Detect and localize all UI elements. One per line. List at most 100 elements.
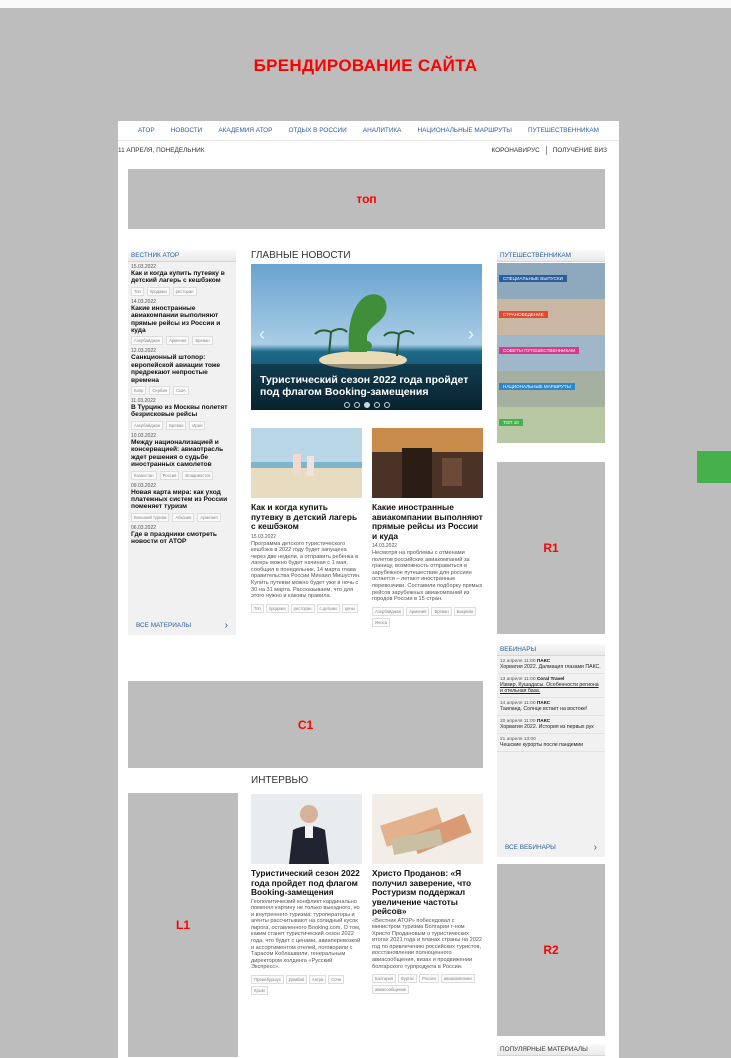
webinar-item[interactable]: 12 апреля 11:00 ПАКС Хорватия 2022. Далма… (497, 656, 605, 674)
news-card-image[interactable] (251, 428, 362, 498)
tag[interactable]: Бреван (192, 336, 213, 346)
feed-item-title[interactable]: Какие иностранные авиакомпании выполняют… (131, 305, 233, 335)
tag[interactable]: Владивосток (182, 470, 214, 480)
ad-slot-r1[interactable]: R1 (497, 462, 605, 634)
all-materials-button[interactable]: ВСЕ МАТЕРИАЛЫ › (128, 615, 236, 635)
webinar-item[interactable]: 13 апреля 11:00 Coral Travel Измир, Кушад… (497, 674, 605, 698)
tag[interactable]: ресторан (290, 603, 315, 613)
slider-prev-icon[interactable]: ‹ (259, 324, 265, 345)
webinar-item[interactable]: 21 апреля 13:00 Чешские курорты после па… (497, 734, 605, 752)
popular-header[interactable]: ПОПУЛЯРНЫЕ МАТЕРИАЛЫ (497, 1044, 605, 1056)
tag[interactable]: Топ (131, 286, 144, 296)
tag[interactable]: Домбай (285, 975, 307, 985)
tag[interactable]: Армения (406, 606, 430, 616)
feed-item-title[interactable]: Где в праздники смотреть новости от АТОР (131, 531, 233, 546)
feed-item-title[interactable]: Новая карта мира: как уход платежных сис… (131, 489, 233, 511)
tag[interactable]: Внешний туризм (131, 512, 170, 522)
tag[interactable]: Крым (251, 986, 268, 996)
travelers-header[interactable]: ПУТЕШЕСТВЕННИКАМ (497, 250, 605, 262)
interview-card-title[interactable]: Христо Проданов: «Я получил заверение, ч… (372, 868, 483, 917)
slider-dot[interactable] (353, 402, 360, 408)
feed-item-title[interactable]: Как и когда купить путевку в детский лаг… (131, 270, 233, 285)
slider-next-icon[interactable]: › (468, 324, 474, 345)
feed-item[interactable]: 06.03.2022 Где в праздники смотреть ново… (128, 523, 236, 547)
tag[interactable]: Ангра (308, 975, 327, 985)
tag[interactable]: Армения (197, 512, 221, 522)
news-card[interactable]: Какие иностранные авиакомпании выполняют… (372, 428, 483, 627)
news-card-title[interactable]: Какие иностранные авиакомпании выполняют… (372, 502, 483, 541)
tile-country[interactable]: СТРАНОВЕДЕНИЕ (497, 299, 605, 335)
feed-item[interactable]: 15.03.2022 Как и когда купить путевку в … (128, 262, 236, 297)
tag[interactable]: с детьми (316, 603, 340, 613)
tag[interactable]: авиакомпании (440, 974, 475, 984)
webinar-title[interactable]: Хорватия 2022. История из первых рук (500, 724, 602, 730)
nav-item-academy[interactable]: АКАДЕМИЯ АТОР (218, 127, 272, 134)
webinar-title[interactable]: Измир, Кушадасы. Особенности региона и о… (500, 682, 602, 694)
feedback-tab[interactable] (697, 451, 731, 483)
tag[interactable]: Кипр (131, 386, 147, 396)
tag[interactable]: продажи (265, 603, 289, 613)
tile-tips[interactable]: СОВЕТЫ ПУТЕШЕСТВЕННИКАМ (497, 335, 605, 371)
webinar-title[interactable]: Чешские курорты после пандемии (500, 742, 602, 748)
feed-item-title[interactable]: Санкционный штопор: европейской авиации … (131, 354, 233, 384)
tag[interactable]: Россия (159, 470, 180, 480)
webinar-item[interactable]: 20 апреля 11:00 ПАКС Хорватия 2022. Истор… (497, 716, 605, 734)
ad-slot-top[interactable]: топ (128, 169, 605, 229)
tag[interactable]: Бреван (431, 606, 452, 616)
tag[interactable]: цены (341, 603, 358, 613)
feed-item[interactable]: 10.03.2022 Между национализацией и консе… (128, 431, 236, 481)
tile-top10[interactable]: ТОП 10 (497, 407, 605, 443)
nav-item-russia[interactable]: ОТДЫХ В РОССИИ (289, 127, 347, 134)
tag[interactable]: Бреван (166, 420, 187, 430)
tile-special[interactable]: СПЕЦИАЛЬНЫЕ ВЫПУСКИ (497, 263, 605, 299)
slider-dot[interactable] (343, 402, 350, 408)
ad-slot-c1[interactable]: C1 (128, 681, 483, 768)
nav-item-ator[interactable]: АТОР (138, 127, 155, 134)
webinars-header[interactable]: ВЕБИНАРЫ (497, 644, 605, 656)
ad-slot-r2[interactable]: R2 (497, 864, 605, 1036)
tag[interactable]: Азербайджан (131, 336, 164, 346)
slider-dot[interactable] (383, 402, 390, 408)
news-card[interactable]: Как и когда купить путевку в детский лаг… (251, 428, 362, 613)
webinar-title[interactable]: Таиланд. Солнце встает на востоке! (500, 706, 602, 712)
interview-card-image[interactable] (372, 794, 483, 864)
news-card-title[interactable]: Как и когда купить путевку в детский лаг… (251, 502, 362, 532)
tag[interactable]: Азербайджан (131, 420, 164, 430)
all-webinars-button[interactable]: ВСЕ ВЕБИНАРЫ › (497, 837, 605, 857)
news-slider[interactable]: ‹ › Туристический сезон 2022 года пройде… (251, 264, 482, 410)
nav-item-routes[interactable]: НАЦИОНАЛЬНЫЕ МАРШРУТЫ (418, 127, 512, 134)
tag[interactable]: Сербия (149, 386, 171, 396)
feed-item[interactable]: 12.03.2022 Санкционный штопор: европейск… (128, 346, 236, 396)
tag[interactable]: Иран (189, 420, 206, 430)
tag[interactable]: Бургас (398, 974, 418, 984)
feed-item-title[interactable]: В Турцию из Москвы полетят безрисковые р… (131, 404, 233, 419)
ad-slot-l1[interactable]: L1 (128, 793, 238, 1057)
interview-card-image[interactable] (251, 794, 362, 864)
webinar-item[interactable]: 14 апреля 11:00 ПАКС Таиланд. Солнце вста… (497, 698, 605, 716)
slider-caption[interactable]: Туристический сезон 2022 года пройдет по… (260, 374, 480, 398)
interview-card[interactable]: Туристический сезон 2022 года пройдет по… (251, 794, 362, 996)
tag[interactable]: Болгария (372, 974, 397, 984)
link-coronavirus[interactable]: КОРОНАВИРУС (492, 147, 540, 154)
feed-item[interactable]: 14.03.2022 Какие иностранные авиакомпани… (128, 297, 236, 347)
tag[interactable]: Премьбуршус (251, 975, 284, 985)
feed-item[interactable]: 09.03.2022 Новая карта мира: как уход пл… (128, 481, 236, 523)
tag[interactable]: Бахрейн (453, 606, 477, 616)
tag[interactable]: Армения (166, 336, 190, 346)
nav-item-analytics[interactable]: АНАЛИТИКА (363, 127, 402, 134)
slider-dot[interactable] (373, 402, 380, 408)
feed-item-title[interactable]: Между национализацией и консервацией: ав… (131, 439, 233, 469)
tag[interactable]: Сочи (328, 975, 345, 985)
tag[interactable]: США (173, 386, 189, 396)
tag[interactable]: Азербайджан (372, 606, 405, 616)
interview-card[interactable]: Христо Проданов: «Я получил заверение, ч… (372, 794, 483, 995)
nav-item-news[interactable]: НОВОСТИ (171, 127, 203, 134)
tag[interactable]: авиасообщение (372, 985, 410, 995)
tag[interactable]: Иноса (372, 617, 391, 627)
slider-dot[interactable] (363, 402, 370, 408)
news-card-image[interactable] (372, 428, 483, 498)
tag[interactable]: ресторан (172, 286, 197, 296)
webinar-title[interactable]: Хорватия 2022. Далмация глазами ПАКС. (500, 664, 602, 670)
nav-item-travelers[interactable]: ПУТЕШЕСТВЕННИКАМ (528, 127, 599, 134)
tag[interactable]: Абхазия (172, 512, 195, 522)
